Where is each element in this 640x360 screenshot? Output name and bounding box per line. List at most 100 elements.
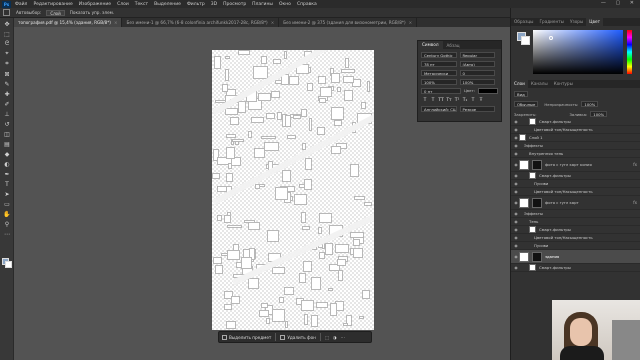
auto-select-dropdown[interactable]: Слой xyxy=(46,9,65,16)
history-brush-icon[interactable]: ↺ xyxy=(3,120,11,128)
menu-item[interactable]: Текст xyxy=(135,2,148,7)
layer-mask-thumbnail[interactable] xyxy=(532,159,542,170)
path-select-icon[interactable]: ➤ xyxy=(3,190,11,198)
layer-thumbnail[interactable] xyxy=(519,134,526,141)
visibility-eye-icon[interactable]: ◉ xyxy=(513,219,519,224)
panel-tab[interactable]: Цвет xyxy=(586,18,604,26)
menu-item[interactable]: Плагины xyxy=(252,2,273,7)
text-color-swatch[interactable] xyxy=(478,88,498,94)
font-family-select[interactable]: Century Gothic xyxy=(421,52,457,58)
document-tab[interactable]: Без имени-1 @ 66,7% (6-8 colonfinia arch… xyxy=(122,18,280,27)
move-tool-icon[interactable] xyxy=(3,9,10,16)
menu-item[interactable]: Слои xyxy=(117,2,129,7)
visibility-eye-icon[interactable]: ◉ xyxy=(513,143,519,148)
eyedropper-tool-icon[interactable]: ✎ xyxy=(3,80,11,88)
layer-row[interactable]: ◉ Смарт-фильтры xyxy=(511,226,640,234)
hue-slider[interactable] xyxy=(627,30,632,74)
panel-tab[interactable]: Образцы xyxy=(511,18,537,26)
visibility-eye-icon[interactable]: ◉ xyxy=(513,265,519,270)
visibility-eye-icon[interactable]: ◉ xyxy=(513,127,519,132)
layer-thumbnail[interactable] xyxy=(519,197,529,208)
layer-mask-thumbnail[interactable] xyxy=(532,251,542,262)
menu-item[interactable]: 3D xyxy=(211,2,217,7)
text-format-button[interactable]: T₁ xyxy=(461,98,469,103)
layer-row[interactable]: ◉ Пусиви xyxy=(511,242,640,250)
type-tool-icon[interactable]: T xyxy=(3,180,11,188)
visibility-eye-icon[interactable]: ◉ xyxy=(513,181,519,186)
close-icon[interactable]: × xyxy=(409,20,413,25)
menu-item[interactable]: Файл xyxy=(15,2,27,7)
menu-item[interactable]: Окно xyxy=(279,2,291,7)
layer-row[interactable]: ◉ Цветовой тон/Насыщенность xyxy=(511,234,640,242)
layer-thumbnail[interactable] xyxy=(519,251,529,262)
panel-tab[interactable]: Слои xyxy=(511,80,528,88)
document-tab[interactable]: Без имени-2 @ 375 (здания для визонометр… xyxy=(279,18,418,27)
visibility-eye-icon[interactable]: ◉ xyxy=(513,227,519,232)
panel-tab[interactable]: Узоры xyxy=(567,18,586,26)
zoom-tool-icon[interactable]: ⚲ xyxy=(3,220,11,228)
font-size-field[interactable]: 78 пт xyxy=(421,61,457,67)
kerning-field[interactable]: Метрически xyxy=(421,70,457,76)
dodge-tool-icon[interactable]: ◐ xyxy=(3,160,11,168)
layer-row[interactable]: ◉ Пусиви xyxy=(511,180,640,188)
text-format-button[interactable]: T xyxy=(469,98,477,103)
brush-tool-icon[interactable]: ✐ xyxy=(3,100,11,108)
layer-thumbnail[interactable] xyxy=(529,118,536,125)
menu-item[interactable]: Фильтр xyxy=(187,2,205,7)
close-icon[interactable]: × xyxy=(114,20,118,25)
layer-mask-thumbnail[interactable] xyxy=(532,197,542,208)
transform-button[interactable]: ⬚ xyxy=(325,335,329,340)
tab-paragraph[interactable]: Абзац xyxy=(443,43,464,48)
layer-row[interactable]: ◉ Смарт-фильтры xyxy=(511,264,640,272)
layer-row[interactable]: ◉ Цветовой тон/Насыщенность xyxy=(511,126,640,134)
layer-filter-select[interactable]: Вид xyxy=(514,91,528,97)
clone-stamp-icon[interactable]: ⊥ xyxy=(3,110,11,118)
font-style-select[interactable]: Regular xyxy=(459,52,495,58)
menu-item[interactable]: Редактирование xyxy=(33,2,72,7)
layer-thumbnail[interactable] xyxy=(529,172,536,179)
more-options-button[interactable]: ⋯ xyxy=(341,335,345,340)
layer-row[interactable]: ◉ фото с гугл карт fx xyxy=(511,196,640,210)
healing-brush-icon[interactable]: ✚ xyxy=(3,90,11,98)
leading-field[interactable]: (Авто) xyxy=(459,61,495,67)
menu-item[interactable]: Изображение xyxy=(79,2,111,7)
layer-effects-icon[interactable]: fx xyxy=(633,162,637,167)
text-format-button[interactable]: TT xyxy=(437,98,445,103)
tracking-field[interactable]: 0 xyxy=(459,70,495,76)
layer-row[interactable]: ◉ Цветовой тон/Насыщенность xyxy=(511,188,640,196)
visibility-eye-icon[interactable]: ◉ xyxy=(513,173,519,178)
color-picker-marker[interactable] xyxy=(549,36,553,40)
layer-thumbnail[interactable] xyxy=(529,264,536,271)
color-panel-background-swatch[interactable] xyxy=(521,36,530,45)
fill-field[interactable]: 100% xyxy=(590,111,608,117)
visibility-eye-icon[interactable]: ◉ xyxy=(513,243,519,248)
visibility-eye-icon[interactable]: ◉ xyxy=(513,189,519,194)
pen-tool-icon[interactable]: ✒ xyxy=(3,170,11,178)
layer-row[interactable]: ◉ фото с гугл карт копия fx xyxy=(511,158,640,172)
blur-tool-icon[interactable]: ◆ xyxy=(3,150,11,158)
gradient-tool-icon[interactable]: ▤ xyxy=(3,140,11,148)
frame-tool-icon[interactable]: ⊠ xyxy=(3,70,11,78)
layer-row[interactable]: ◉ Смарт-фильтры xyxy=(511,118,640,126)
hand-tool-icon[interactable]: ✋ xyxy=(3,210,11,218)
layer-thumbnail[interactable] xyxy=(529,226,536,233)
menu-item[interactable]: Выделение xyxy=(154,2,181,7)
layer-row[interactable]: ◉ Тень xyxy=(511,218,640,226)
blend-mode-select[interactable]: Обычные xyxy=(514,101,539,107)
close-icon[interactable]: × xyxy=(271,20,275,25)
mask-button[interactable]: ◑ xyxy=(333,335,337,340)
baseline-shift-field[interactable]: 0 пт xyxy=(421,88,461,94)
panel-tab[interactable]: Контуры xyxy=(551,80,576,88)
text-format-button[interactable]: Tт xyxy=(445,98,453,103)
eraser-tool-icon[interactable]: ◫ xyxy=(3,130,11,138)
visibility-eye-icon[interactable]: ◉ xyxy=(513,119,519,124)
window-controls[interactable]: — ▢ ✕ xyxy=(601,0,638,6)
tab-character[interactable]: Символ xyxy=(418,41,443,49)
layer-row[interactable]: ◉ здания xyxy=(511,250,640,264)
document-canvas[interactable] xyxy=(212,50,374,330)
document-tab[interactable]: топография.pdf @ 15,4% (здания, RGB/8*) × xyxy=(14,18,123,27)
layer-thumbnail[interactable] xyxy=(519,159,529,170)
layer-row[interactable]: ◉ Внутренняя тень xyxy=(511,150,640,158)
select-subject-button[interactable]: Выделить предмет xyxy=(222,334,271,340)
opacity-field[interactable]: 100% xyxy=(581,101,599,107)
